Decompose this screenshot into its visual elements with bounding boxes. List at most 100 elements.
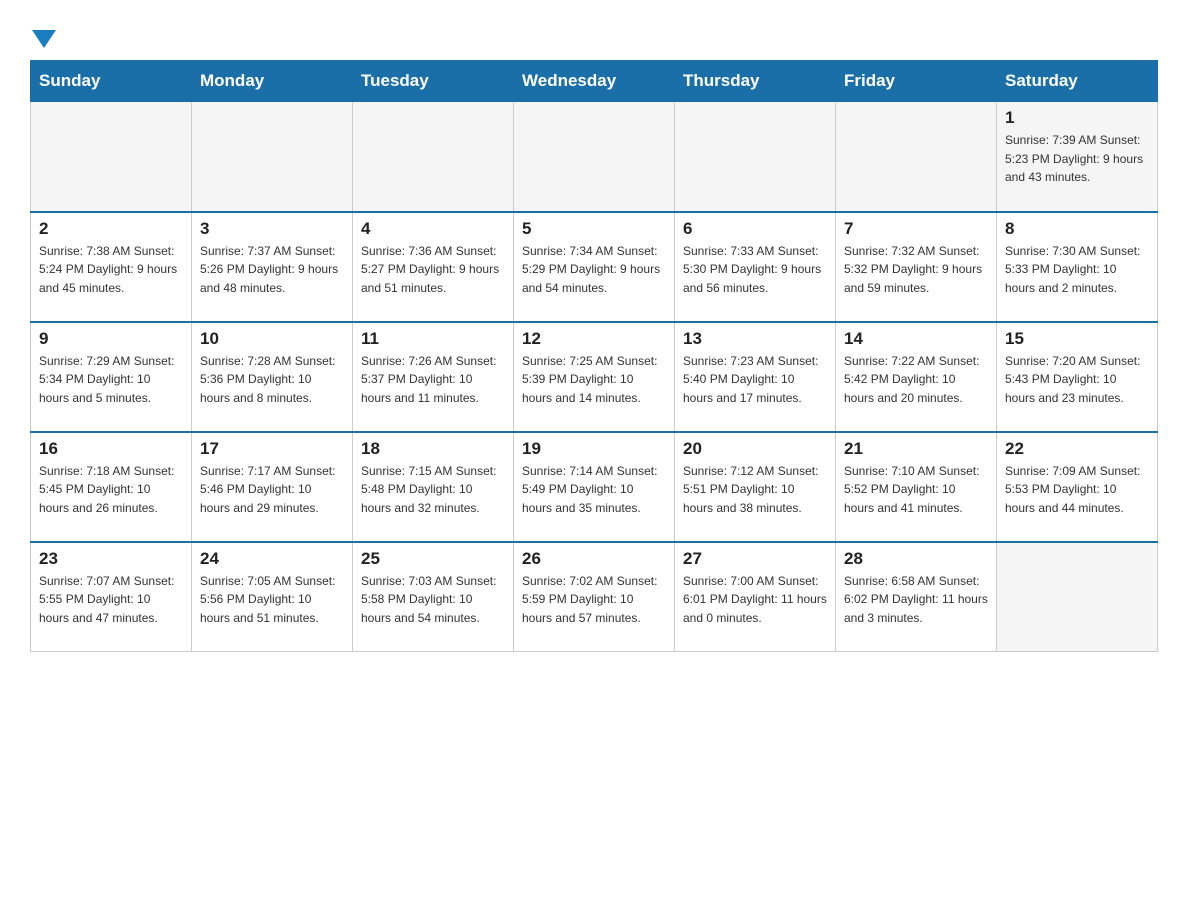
day-number: 1 [1005,108,1149,128]
header-row: SundayMondayTuesdayWednesdayThursdayFrid… [31,61,1158,102]
logo [30,30,56,50]
logo-triangle-icon [32,30,56,48]
day-cell: 5 Sunrise: 7:34 AM Sunset: 5:29 PM Daylig… [514,212,675,322]
day-cell: 7 Sunrise: 7:32 AM Sunset: 5:32 PM Daylig… [836,212,997,322]
day-cell [514,102,675,212]
day-cell [192,102,353,212]
header-cell-monday: Monday [192,61,353,102]
day-info: Sunrise: 7:32 AM Sunset: 5:32 PM Dayligh… [844,242,988,298]
day-cell [31,102,192,212]
day-cell: 19 Sunrise: 7:14 AM Sunset: 5:49 PM Dayli… [514,432,675,542]
day-cell: 17 Sunrise: 7:17 AM Sunset: 5:46 PM Dayli… [192,432,353,542]
day-info: Sunrise: 7:29 AM Sunset: 5:34 PM Dayligh… [39,352,183,408]
page-header [30,20,1158,50]
day-info: Sunrise: 7:03 AM Sunset: 5:58 PM Dayligh… [361,572,505,628]
day-number: 15 [1005,329,1149,349]
day-info: Sunrise: 7:12 AM Sunset: 5:51 PM Dayligh… [683,462,827,518]
header-cell-friday: Friday [836,61,997,102]
calendar-body: 1 Sunrise: 7:39 AM Sunset: 5:23 PM Daylig… [31,102,1158,652]
day-cell: 18 Sunrise: 7:15 AM Sunset: 5:48 PM Dayli… [353,432,514,542]
week-row-1: 2 Sunrise: 7:38 AM Sunset: 5:24 PM Daylig… [31,212,1158,322]
day-cell: 22 Sunrise: 7:09 AM Sunset: 5:53 PM Dayli… [997,432,1158,542]
day-cell: 12 Sunrise: 7:25 AM Sunset: 5:39 PM Dayli… [514,322,675,432]
day-cell [997,542,1158,652]
day-number: 4 [361,219,505,239]
day-info: Sunrise: 6:58 AM Sunset: 6:02 PM Dayligh… [844,572,988,628]
day-number: 25 [361,549,505,569]
day-info: Sunrise: 7:39 AM Sunset: 5:23 PM Dayligh… [1005,131,1149,187]
day-number: 21 [844,439,988,459]
day-number: 19 [522,439,666,459]
header-cell-saturday: Saturday [997,61,1158,102]
day-number: 26 [522,549,666,569]
week-row-2: 9 Sunrise: 7:29 AM Sunset: 5:34 PM Daylig… [31,322,1158,432]
day-cell: 1 Sunrise: 7:39 AM Sunset: 5:23 PM Daylig… [997,102,1158,212]
day-info: Sunrise: 7:09 AM Sunset: 5:53 PM Dayligh… [1005,462,1149,518]
calendar-table: SundayMondayTuesdayWednesdayThursdayFrid… [30,60,1158,652]
day-cell: 23Sunrise: 7:07 AM Sunset: 5:55 PM Dayli… [31,542,192,652]
logo-text-block [30,30,56,50]
day-cell: 2 Sunrise: 7:38 AM Sunset: 5:24 PM Daylig… [31,212,192,322]
day-info: Sunrise: 7:25 AM Sunset: 5:39 PM Dayligh… [522,352,666,408]
day-number: 20 [683,439,827,459]
week-row-0: 1 Sunrise: 7:39 AM Sunset: 5:23 PM Daylig… [31,102,1158,212]
day-cell: 8Sunrise: 7:30 AM Sunset: 5:33 PM Daylig… [997,212,1158,322]
day-cell: 21Sunrise: 7:10 AM Sunset: 5:52 PM Dayli… [836,432,997,542]
day-info: Sunrise: 7:34 AM Sunset: 5:29 PM Dayligh… [522,242,666,298]
day-info: Sunrise: 7:02 AM Sunset: 5:59 PM Dayligh… [522,572,666,628]
day-number: 2 [39,219,183,239]
day-cell: 24 Sunrise: 7:05 AM Sunset: 5:56 PM Dayli… [192,542,353,652]
day-number: 9 [39,329,183,349]
day-cell: 14Sunrise: 7:22 AM Sunset: 5:42 PM Dayli… [836,322,997,432]
day-cell [675,102,836,212]
day-info: Sunrise: 7:00 AM Sunset: 6:01 PM Dayligh… [683,572,827,628]
day-cell: 15 Sunrise: 7:20 AM Sunset: 5:43 PM Dayli… [997,322,1158,432]
day-cell: 28 Sunrise: 6:58 AM Sunset: 6:02 PM Dayli… [836,542,997,652]
week-row-3: 16Sunrise: 7:18 AM Sunset: 5:45 PM Dayli… [31,432,1158,542]
week-row-4: 23Sunrise: 7:07 AM Sunset: 5:55 PM Dayli… [31,542,1158,652]
day-info: Sunrise: 7:28 AM Sunset: 5:36 PM Dayligh… [200,352,344,408]
day-info: Sunrise: 7:20 AM Sunset: 5:43 PM Dayligh… [1005,352,1149,408]
day-cell: 3 Sunrise: 7:37 AM Sunset: 5:26 PM Daylig… [192,212,353,322]
day-number: 8 [1005,219,1149,239]
day-number: 3 [200,219,344,239]
day-number: 18 [361,439,505,459]
day-cell: 4 Sunrise: 7:36 AM Sunset: 5:27 PM Daylig… [353,212,514,322]
day-cell: 9 Sunrise: 7:29 AM Sunset: 5:34 PM Daylig… [31,322,192,432]
day-cell: 10 Sunrise: 7:28 AM Sunset: 5:36 PM Dayli… [192,322,353,432]
header-cell-tuesday: Tuesday [353,61,514,102]
day-info: Sunrise: 7:15 AM Sunset: 5:48 PM Dayligh… [361,462,505,518]
day-info: Sunrise: 7:33 AM Sunset: 5:30 PM Dayligh… [683,242,827,298]
day-cell: 25 Sunrise: 7:03 AM Sunset: 5:58 PM Dayli… [353,542,514,652]
day-number: 6 [683,219,827,239]
day-cell: 16Sunrise: 7:18 AM Sunset: 5:45 PM Dayli… [31,432,192,542]
calendar-header: SundayMondayTuesdayWednesdayThursdayFrid… [31,61,1158,102]
day-info: Sunrise: 7:23 AM Sunset: 5:40 PM Dayligh… [683,352,827,408]
day-info: Sunrise: 7:05 AM Sunset: 5:56 PM Dayligh… [200,572,344,628]
day-number: 12 [522,329,666,349]
day-number: 24 [200,549,344,569]
day-info: Sunrise: 7:38 AM Sunset: 5:24 PM Dayligh… [39,242,183,298]
day-cell: 6 Sunrise: 7:33 AM Sunset: 5:30 PM Daylig… [675,212,836,322]
day-info: Sunrise: 7:14 AM Sunset: 5:49 PM Dayligh… [522,462,666,518]
day-number: 16 [39,439,183,459]
day-number: 22 [1005,439,1149,459]
header-cell-wednesday: Wednesday [514,61,675,102]
day-number: 28 [844,549,988,569]
day-info: Sunrise: 7:26 AM Sunset: 5:37 PM Dayligh… [361,352,505,408]
day-number: 11 [361,329,505,349]
day-info: Sunrise: 7:17 AM Sunset: 5:46 PM Dayligh… [200,462,344,518]
day-cell: 26 Sunrise: 7:02 AM Sunset: 5:59 PM Dayli… [514,542,675,652]
day-number: 7 [844,219,988,239]
day-info: Sunrise: 7:07 AM Sunset: 5:55 PM Dayligh… [39,572,183,628]
day-cell: 13 Sunrise: 7:23 AM Sunset: 5:40 PM Dayli… [675,322,836,432]
day-number: 10 [200,329,344,349]
day-cell: 27Sunrise: 7:00 AM Sunset: 6:01 PM Dayli… [675,542,836,652]
day-info: Sunrise: 7:37 AM Sunset: 5:26 PM Dayligh… [200,242,344,298]
day-number: 13 [683,329,827,349]
header-cell-sunday: Sunday [31,61,192,102]
day-info: Sunrise: 7:36 AM Sunset: 5:27 PM Dayligh… [361,242,505,298]
day-number: 5 [522,219,666,239]
day-cell: 11 Sunrise: 7:26 AM Sunset: 5:37 PM Dayli… [353,322,514,432]
day-number: 17 [200,439,344,459]
